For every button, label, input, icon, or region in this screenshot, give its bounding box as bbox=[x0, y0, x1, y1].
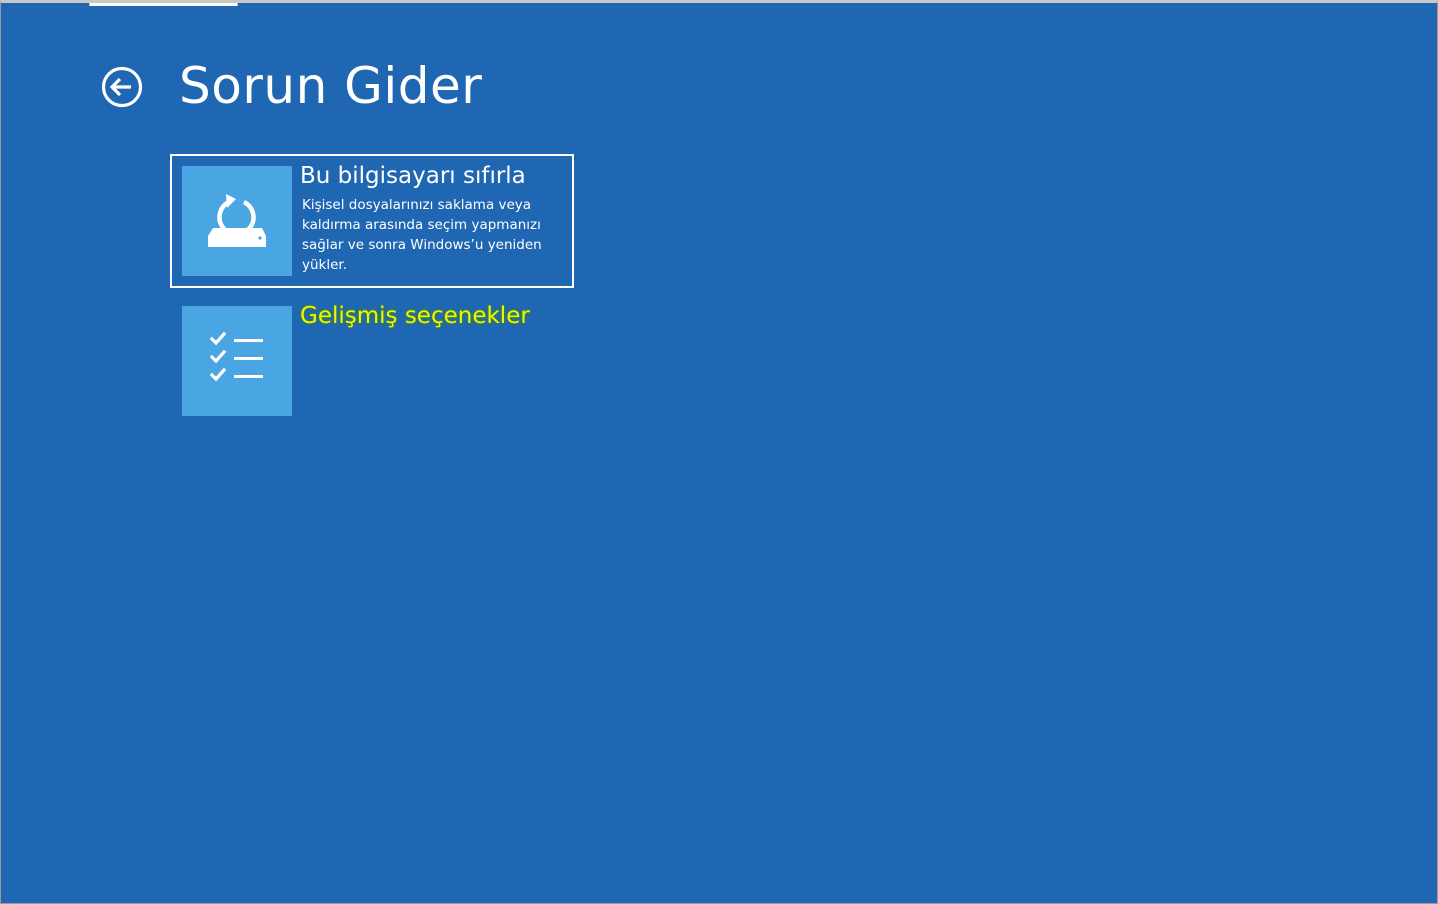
back-button[interactable] bbox=[101, 66, 143, 108]
reset-option-description: Kişisel dosyalarınızı saklama veya kaldı… bbox=[302, 197, 542, 273]
advanced-options-title: Gelişmiş seçenekler bbox=[300, 303, 530, 329]
recovery-screen: Sorun Gider Bu bilgisayarı sıfırla Kişis… bbox=[0, 0, 1438, 904]
reset-pc-tile bbox=[182, 166, 292, 276]
advanced-options-option[interactable]: Gelişmiş seçenekler bbox=[170, 294, 574, 428]
window-tab bbox=[89, 3, 238, 6]
page-title: Sorun Gider bbox=[179, 57, 483, 115]
advanced-options-tile bbox=[182, 306, 292, 416]
checklist-icon bbox=[209, 331, 263, 382]
reset-this-pc-option[interactable]: Bu bilgisayarı sıfırla Kişisel dosyaları… bbox=[170, 154, 574, 288]
reset-pc-icon bbox=[208, 194, 266, 247]
arrow-left-circle-icon bbox=[101, 66, 143, 108]
reset-option-title: Bu bilgisayarı sıfırla bbox=[300, 163, 526, 189]
